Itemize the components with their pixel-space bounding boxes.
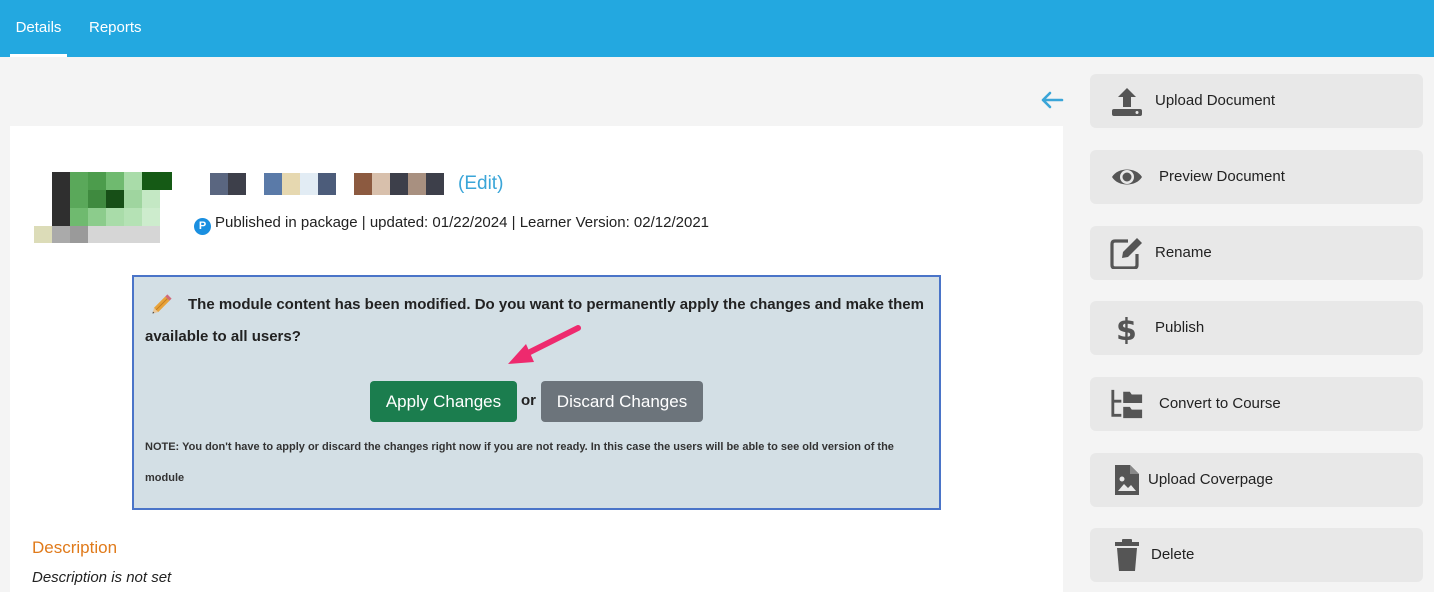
alert-note: NOTE: You don't have to apply or discard… <box>145 441 894 484</box>
upload-icon <box>1112 88 1142 116</box>
module-thumbnail <box>34 172 172 243</box>
edit-icon <box>1110 238 1142 269</box>
description-text: Description is not set <box>32 569 172 586</box>
upload-document-button[interactable]: Upload Document <box>1090 74 1423 128</box>
convert-to-course-label: Convert to Course <box>1159 395 1281 412</box>
publish-label: Publish <box>1155 319 1205 336</box>
preview-document-label: Preview Document <box>1159 168 1285 185</box>
svg-text:$: $ <box>1116 313 1137 344</box>
published-badge: P <box>194 218 211 235</box>
or-separator: or <box>521 392 536 409</box>
tab-reports[interactable]: Reports <box>89 0 142 57</box>
rename-label: Rename <box>1155 244 1212 261</box>
delete-button[interactable]: Delete <box>1090 528 1423 582</box>
back-arrow-icon[interactable] <box>1038 86 1066 114</box>
upload-document-label: Upload Document <box>1155 92 1276 109</box>
publish-button[interactable]: $ Publish <box>1090 301 1423 355</box>
upload-coverpage-label: Upload Coverpage <box>1148 471 1274 488</box>
delete-label: Delete <box>1151 546 1195 563</box>
annotation-arrow-icon <box>508 325 581 364</box>
convert-to-course-button[interactable]: Convert to Course <box>1090 377 1423 431</box>
apply-changes-button[interactable]: Apply Changes <box>370 381 517 422</box>
discard-changes-button[interactable]: Discard Changes <box>541 381 703 422</box>
folder-tree-icon <box>1111 389 1143 419</box>
file-image-icon <box>1115 465 1139 495</box>
trash-icon <box>1115 539 1139 571</box>
upload-coverpage-button[interactable]: Upload Coverpage <box>1090 453 1423 507</box>
eye-icon <box>1112 169 1142 185</box>
rename-button[interactable]: Rename <box>1090 226 1423 280</box>
module-meta-line: P Published in package | updated: 01/22/2… <box>194 214 709 235</box>
preview-document-button[interactable]: Preview Document <box>1090 150 1423 204</box>
description-heading: Description <box>32 538 118 557</box>
pencil-icon <box>152 294 172 314</box>
tab-details[interactable]: Details <box>10 0 67 57</box>
meta-text: Published in package | updated: 01/22/20… <box>215 214 710 231</box>
edit-title-link[interactable]: (Edit) <box>458 173 503 195</box>
dollar-icon: $ <box>1116 313 1137 344</box>
top-nav-bar: Details Reports <box>0 0 1434 57</box>
